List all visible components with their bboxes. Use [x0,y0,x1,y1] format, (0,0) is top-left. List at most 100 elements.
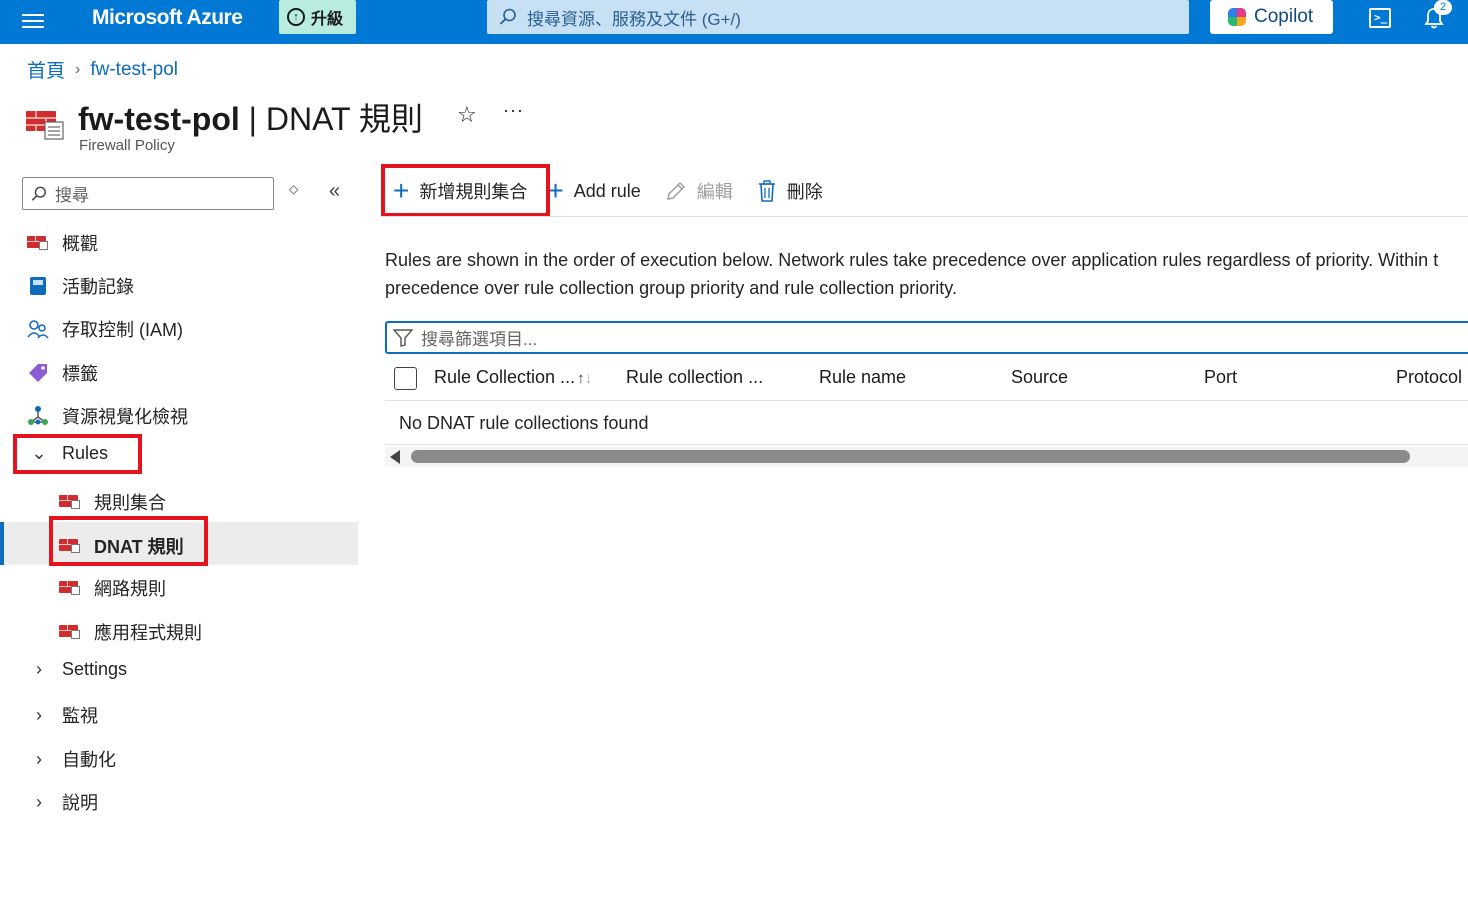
highlight-box-dnat [49,516,208,566]
info-line-2: precedence over rule collection group pr… [385,278,957,298]
sidebar-group-label: 自動化 [62,750,116,770]
add-rule-label: Add rule [573,180,641,201]
pencil-icon [666,181,685,200]
upgrade-button[interactable]: ↑ 升級 [279,0,356,34]
chevron-right-icon: › [75,60,81,78]
breadcrumb-current-link[interactable]: fw-test-pol [90,59,178,81]
edit-button[interactable]: 編輯 [653,167,745,215]
sidebar-group-label: 監視 [62,706,98,726]
global-search-placeholder: 搜尋資源、服務及文件 (G+/) [527,9,741,29]
delete-label: 刪除 [786,182,823,202]
sidebar-group-label: Settings [62,659,128,679]
chevron-right-icon: › [36,791,42,812]
resource-visualizer-icon [26,406,50,426]
title-separator: | [239,101,266,137]
tag-icon [26,363,50,383]
highlight-box-rules [13,434,142,474]
add-rule-button[interactable]: + Add rule [539,167,652,215]
sidebar-item-overview[interactable]: 概觀 [26,230,98,256]
column-header-protocol[interactable]: Protocol [1396,367,1462,388]
column-header-rule-name[interactable]: Rule name [819,367,906,388]
firewall-icon [58,622,82,642]
selected-indicator-bar [0,522,4,565]
collapse-sidebar-icon[interactable]: « [329,180,340,203]
column-header-rule-collection-group[interactable]: Rule Collection ... ↑↓ [434,367,592,388]
sidebar-group-label: 說明 [62,793,98,813]
firewall-policy-icon [26,111,64,140]
search-icon [499,8,516,25]
global-search-input[interactable]: 搜尋資源、服務及文件 (G+/) [487,0,1189,34]
sidebar-item-label: 規則集合 [94,493,166,513]
filter-placeholder: 搜尋篩選項目... [421,330,538,349]
column-header-source[interactable]: Source [1011,367,1068,388]
search-icon [31,186,46,201]
favorite-star-icon[interactable]: ☆ [457,102,477,128]
more-options-icon[interactable]: ··· [503,100,524,121]
copilot-icon [1228,8,1246,26]
sidebar-item-label: 網路規則 [94,579,166,599]
activity-log-icon [26,276,50,296]
filter-icon [393,328,413,347]
sidebar-item-tags[interactable]: 標籤 [26,360,98,386]
edit-label: 編輯 [696,182,733,202]
upgrade-arrow-icon: ↑ [287,8,305,26]
sidebar-search-placeholder: 搜尋 [55,186,89,205]
sidebar-group-automation[interactable]: › 自動化 [28,746,116,772]
info-line-1: Rules are shown in the order of executio… [385,250,1439,270]
scroll-left-arrow-icon[interactable] [390,450,400,464]
chevron-right-icon: › [36,748,42,769]
sort-arrows-icon[interactable]: ↑↓ [577,370,592,387]
sidebar-group-settings[interactable]: › Settings [28,659,127,680]
info-description: Rules are shown in the order of executio… [385,246,1465,302]
sidebar-item-label: 資源視覺化檢視 [62,407,188,427]
horizontal-scrollbar[interactable] [385,447,1468,467]
sidebar-item-iam[interactable]: 存取控制 (IAM) [26,316,183,342]
upgrade-label: 升級 [311,11,344,28]
firewall-icon [26,233,50,253]
breadcrumb-home-link[interactable]: 首頁 [27,56,65,83]
empty-table-message: No DNAT rule collections found [385,401,1468,445]
sidebar-item-label: 應用程式規則 [94,623,202,643]
people-icon [26,319,50,339]
column-header-label: Rule Collection ... [434,367,576,387]
column-header-rule-collection[interactable]: Rule collection ... [626,367,763,388]
column-header-port[interactable]: Port [1204,367,1237,388]
select-all-checkbox[interactable] [394,367,417,390]
top-bar: Microsoft Azure ↑ 升級 搜尋資源、服務及文件 (G+/) Co… [0,0,1468,44]
sidebar-item-label: 存取控制 (IAM) [62,320,183,340]
sidebar-item-application-rules[interactable]: 應用程式規則 [58,619,202,645]
scrollbar-thumb[interactable] [411,450,1410,463]
copilot-label: Copilot [1254,6,1314,27]
delete-button[interactable]: 刪除 [745,167,835,215]
resource-type-label: Firewall Policy [79,137,175,154]
page-title: fw-test-pol | DNAT 規則 [78,94,423,140]
cloud-shell-icon[interactable]: >_ [1369,8,1391,28]
brand-title[interactable]: Microsoft Azure [92,6,243,30]
breadcrumb: 首頁 › fw-test-pol [27,56,178,83]
sidebar-item-rule-collections[interactable]: 規則集合 [58,489,166,515]
sidebar-item-label: 標籤 [62,364,98,384]
chevron-right-icon: › [36,659,42,679]
resource-name: fw-test-pol [78,101,240,137]
copilot-button[interactable]: Copilot [1210,0,1333,34]
sidebar-search-input[interactable]: 搜尋 [22,177,274,210]
trash-icon [758,180,775,202]
firewall-icon [58,492,82,512]
filter-input[interactable]: 搜尋篩選項目... [385,321,1468,354]
highlight-box-add-collection [381,164,550,217]
sidebar-item-resource-visualizer[interactable]: 資源視覺化檢視 [26,403,188,429]
firewall-icon [58,578,82,598]
blade-name: DNAT 規則 [265,101,423,137]
notification-count-badge: 2 [1434,0,1452,15]
table-header: Rule Collection ... ↑↓ Rule collection ..… [385,357,1468,401]
sidebar-item-network-rules[interactable]: 網路規則 [58,575,166,601]
hamburger-menu-icon[interactable] [22,11,44,31]
sidebar-group-monitoring[interactable]: › 監視 [28,702,98,728]
sidebar-item-label: 活動記錄 [62,277,134,297]
sidebar-item-activity-log[interactable]: 活動記錄 [26,273,134,299]
toolbar-divider [381,216,1468,217]
sidebar-item-label: 概觀 [62,234,98,254]
sort-toggle-icon[interactable]: ◇ [289,183,298,195]
chevron-right-icon: › [36,704,42,725]
sidebar-group-help[interactable]: › 說明 [28,789,98,815]
